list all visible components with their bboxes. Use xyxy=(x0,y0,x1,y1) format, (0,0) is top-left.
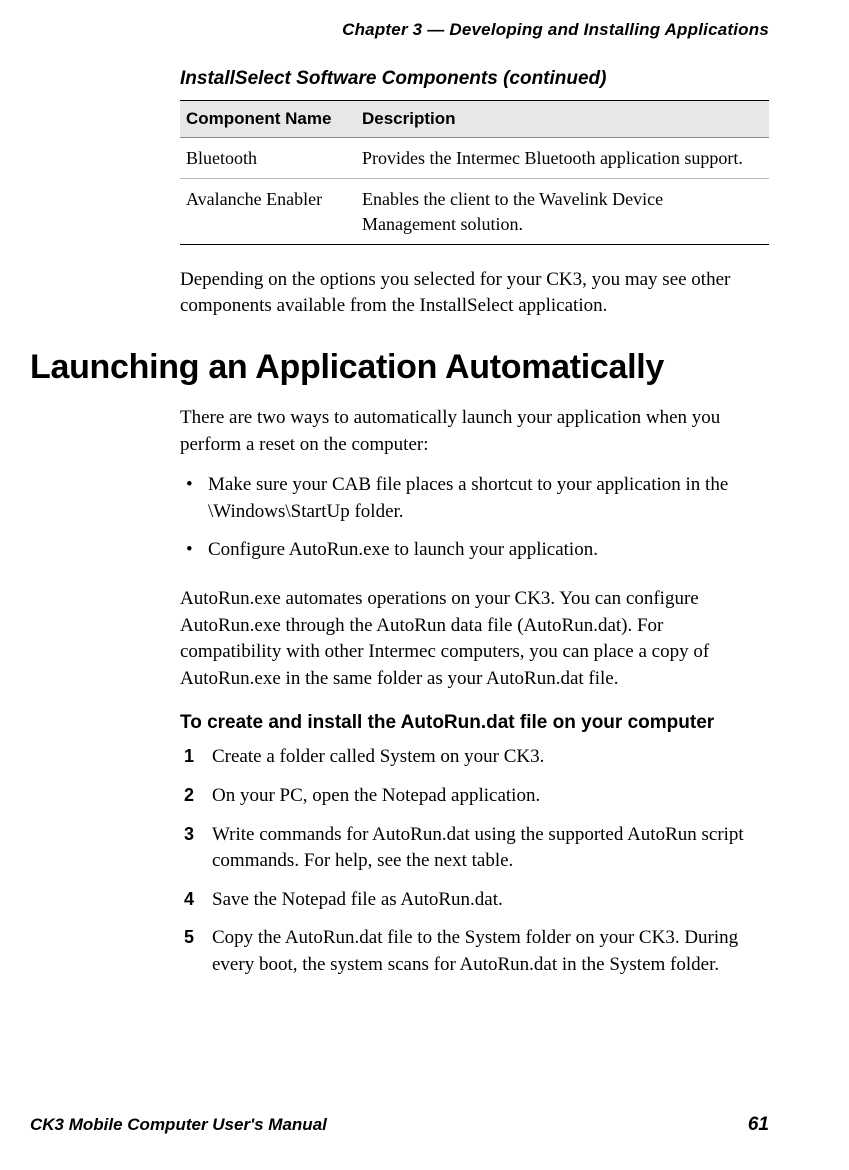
steps-list: Create a folder called System on your CK… xyxy=(180,744,769,978)
procedure-subhead: To create and install the AutoRun.dat fi… xyxy=(180,712,769,734)
content-block: InstallSelect Software Components (conti… xyxy=(180,68,769,320)
list-item: Write commands for AutoRun.dat using the… xyxy=(180,822,769,875)
page-number: 61 xyxy=(748,1114,769,1136)
after-table-paragraph: Depending on the options you selected fo… xyxy=(180,267,769,320)
page-footer: CK3 Mobile Computer User's Manual 61 xyxy=(30,1114,769,1136)
intro-paragraph: There are two ways to automatically laun… xyxy=(180,405,769,458)
components-table: Component Name Description Bluetooth Pro… xyxy=(180,100,769,245)
autorun-paragraph: AutoRun.exe automates operations on your… xyxy=(180,586,769,692)
page: Chapter 3 — Developing and Installing Ap… xyxy=(0,0,849,1170)
list-item: Copy the AutoRun.dat file to the System … xyxy=(180,925,769,978)
col-header-name: Component Name xyxy=(180,101,356,138)
list-item: Make sure your CAB file places a shortcu… xyxy=(180,472,769,525)
table-header-row: Component Name Description xyxy=(180,101,769,138)
cell-name: Avalanche Enabler xyxy=(180,179,356,245)
list-item: On your PC, open the Notepad application… xyxy=(180,783,769,810)
list-item: Configure AutoRun.exe to launch your app… xyxy=(180,537,769,564)
cell-desc: Enables the client to the Wavelink Devic… xyxy=(356,179,769,245)
table-row: Bluetooth Provides the Intermec Bluetoot… xyxy=(180,138,769,179)
table-row: Avalanche Enabler Enables the client to … xyxy=(180,179,769,245)
section-body: There are two ways to automatically laun… xyxy=(180,405,769,979)
section-heading: Launching an Application Automatically xyxy=(30,348,769,387)
cell-desc: Provides the Intermec Bluetooth applicat… xyxy=(356,138,769,179)
col-header-desc: Description xyxy=(356,101,769,138)
footer-title: CK3 Mobile Computer User's Manual xyxy=(30,1115,327,1135)
cell-name: Bluetooth xyxy=(180,138,356,179)
list-item: Save the Notepad file as AutoRun.dat. xyxy=(180,887,769,914)
running-header: Chapter 3 — Developing and Installing Ap… xyxy=(30,20,769,40)
bullet-list: Make sure your CAB file places a shortcu… xyxy=(180,472,769,564)
table-caption: InstallSelect Software Components (conti… xyxy=(180,68,769,90)
list-item: Create a folder called System on your CK… xyxy=(180,744,769,771)
